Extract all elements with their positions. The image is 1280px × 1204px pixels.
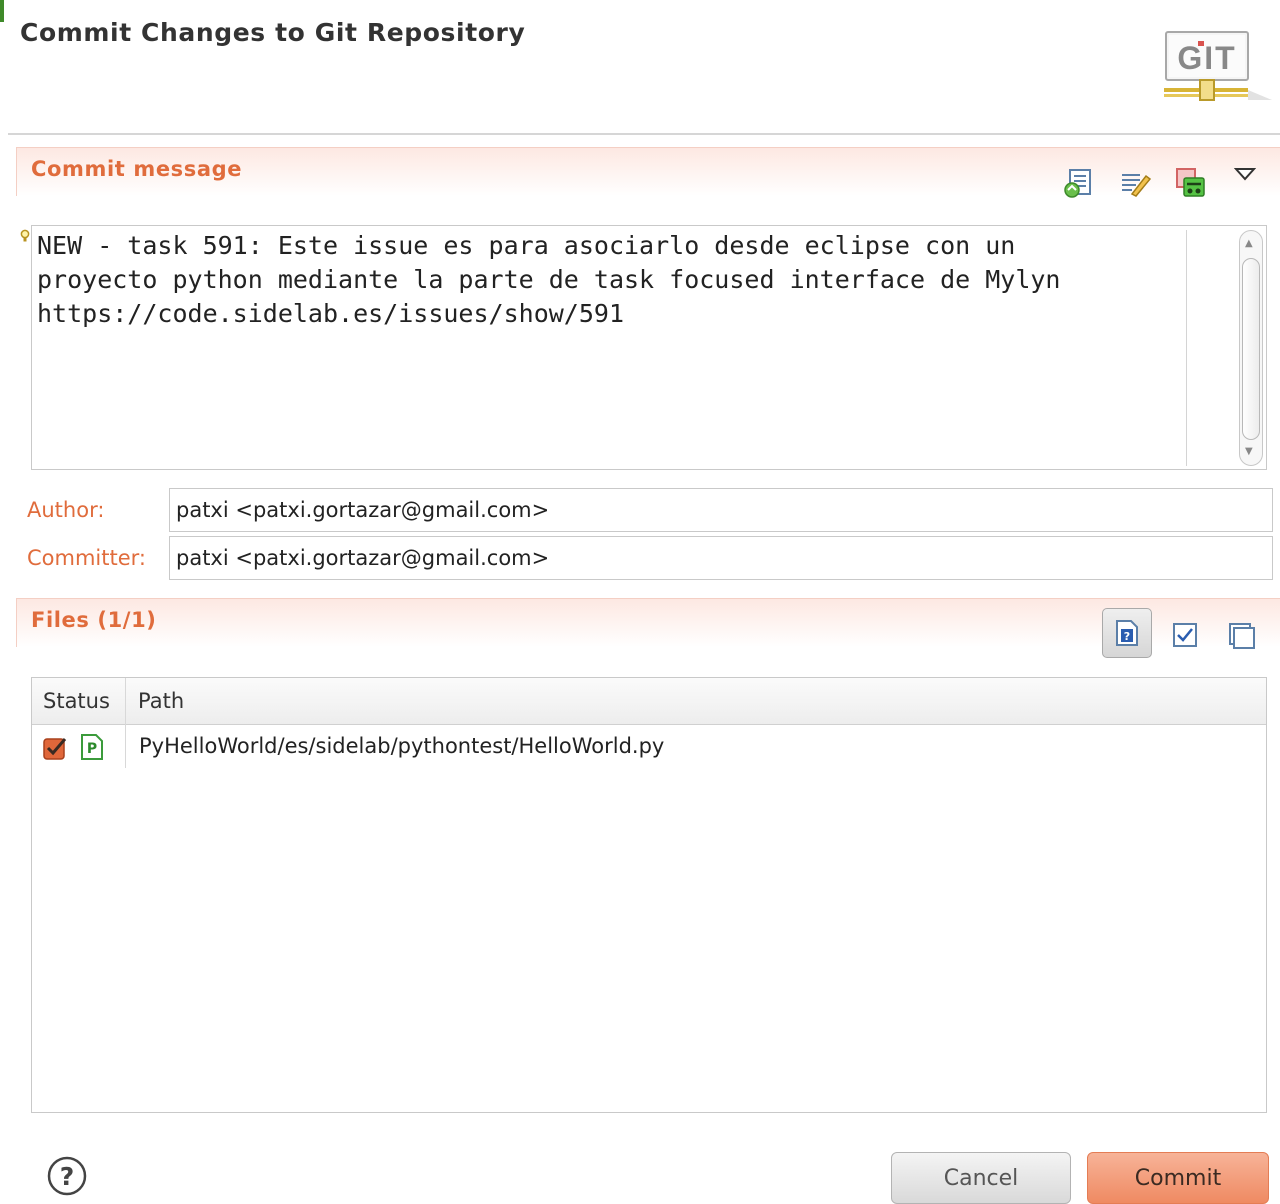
svg-text:?: ? [1124,630,1130,643]
scroll-down-icon[interactable]: ▼ [1245,446,1253,457]
message-scrollbar[interactable]: ▲ ▼ [1239,230,1263,466]
previous-messages-icon[interactable] [1062,166,1096,200]
git-logo: GIT [1164,31,1272,101]
commit-message-text[interactable]: NEW - task 591: Este issue es para asoci… [37,229,1177,331]
show-untracked-toggle[interactable]: ? [1102,608,1152,658]
amend-commit-icon[interactable] [1174,166,1208,200]
svg-text:?: ? [60,1162,75,1191]
files-table-header: Status Path [32,678,1266,725]
dialog-title: Commit Changes to Git Repository [20,18,526,47]
committer-field[interactable]: patxi <patxi.gortazar@gmail.com> [169,536,1273,580]
author-field[interactable]: patxi <patxi.gortazar@gmail.com> [169,488,1273,532]
deselect-all-icon[interactable] [1228,622,1256,650]
svg-text:P: P [87,741,97,757]
select-all-icon[interactable] [1172,622,1198,648]
scroll-up-icon[interactable]: ▲ [1245,238,1253,249]
commit-message-title: Commit message [31,157,243,181]
help-icon[interactable]: ? [46,1155,88,1197]
cancel-button[interactable]: Cancel [891,1152,1071,1204]
signed-off-by-icon[interactable] [1118,166,1152,200]
content-assist-hint-icon [20,229,30,242]
show-untracked-icon: ? [1116,620,1138,646]
window-corner-marker [0,0,4,22]
checkbox-checked-icon[interactable] [43,736,67,760]
commit-message-editor[interactable]: NEW - task 591: Este issue es para asoci… [31,225,1267,470]
files-title: Files (1/1) [31,608,157,632]
scrollbar-thumb[interactable] [1242,258,1260,440]
files-section-header: Files (1/1) [16,598,1280,647]
header-separator [8,133,1280,135]
file-path[interactable]: PyHelloWorld/es/sidelab/pythontest/Hello… [139,734,664,758]
column-separator [125,678,126,768]
committer-label: Committer: [27,546,146,570]
python-file-icon: P [81,734,103,760]
view-menu-icon[interactable] [1234,166,1256,182]
author-label: Author: [27,498,105,522]
path-column-header[interactable]: Path [138,678,184,724]
margin-line [1186,230,1187,466]
git-logo-text: GIT [1177,40,1236,76]
files-table[interactable]: Status Path P PyHelloWorld/es/sidelab/py… [31,677,1267,1113]
status-column-header[interactable]: Status [43,678,110,724]
commit-button[interactable]: Commit [1087,1152,1269,1204]
